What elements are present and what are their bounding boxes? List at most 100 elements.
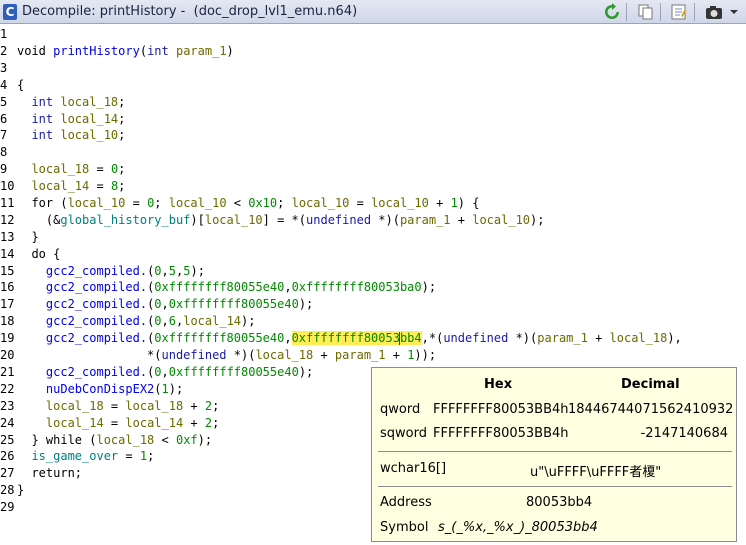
variable-name[interactable]: param_1	[335, 348, 386, 362]
code-text: ,	[161, 264, 169, 278]
code-line[interactable]: gcc2_compiled.(0,5,5);	[17, 264, 205, 278]
code-line[interactable]: local_18 = 0;	[17, 162, 125, 176]
line-number: 14	[0, 247, 15, 261]
variable-name[interactable]: local_18	[46, 399, 104, 413]
code-line[interactable]: local_18 = local_18 + 2;	[17, 399, 219, 413]
variable-name[interactable]: local_10	[205, 213, 263, 227]
variable-name[interactable]: local_10	[68, 196, 126, 210]
function-name[interactable]: printHistory	[53, 44, 140, 58]
code-line[interactable]: for (local_10 = 0; local_10 < 0x10; loca…	[17, 196, 479, 210]
function-name[interactable]: gcc2_compiled.	[46, 314, 147, 328]
code-text: );	[241, 314, 256, 328]
variable-name[interactable]: local_10	[169, 196, 227, 210]
variable-name[interactable]: param_1	[537, 331, 588, 345]
line-number: 28	[0, 483, 15, 497]
code-line[interactable]: gcc2_compiled.(0,6,local_14);	[17, 314, 256, 328]
code-text: );	[190, 264, 205, 278]
number-literal: 1	[139, 449, 148, 463]
code-line[interactable]: nuDebConDispEX2(1);	[17, 382, 183, 396]
menu-arrow-icon[interactable]	[726, 2, 742, 22]
variable-name[interactable]: local_14	[60, 112, 118, 126]
code-text: ),	[667, 331, 682, 345]
variable-name[interactable]: local_18	[610, 331, 668, 345]
code-text: );	[530, 213, 545, 227]
window-titlebar: C Decompile: printHistory - (doc_drop_lv…	[0, 0, 746, 24]
variable-name[interactable]: local_14	[46, 416, 104, 430]
variable-name[interactable]: local_18	[255, 348, 313, 362]
code-line[interactable]: gcc2_compiled.(0,0xffffffff80055e40);	[17, 297, 313, 311]
decompiler-icon: C	[3, 4, 17, 20]
variable-name[interactable]: local_18	[96, 433, 154, 447]
function-name[interactable]: gcc2_compiled.	[46, 365, 147, 379]
code-text: =	[89, 179, 111, 193]
code-text: ;	[154, 196, 169, 210]
variable-name[interactable]: local_14	[183, 314, 241, 328]
line-number: 22	[0, 382, 15, 396]
function-name[interactable]: gcc2_compiled.	[46, 297, 147, 311]
code-text: ,	[161, 297, 169, 311]
function-name[interactable]: gcc2_compiled.	[46, 264, 147, 278]
code-text: =	[349, 196, 372, 210]
line-number: 7	[0, 128, 8, 142]
global-symbol[interactable]: global_history_buf	[60, 213, 190, 227]
line-number: 17	[0, 297, 15, 311]
export-icon[interactable]	[669, 2, 689, 22]
code-line[interactable]: local_14 = 8;	[17, 179, 125, 193]
variable-name[interactable]: param_1	[176, 44, 227, 58]
variable-name[interactable]: local_18	[125, 399, 183, 413]
code-line[interactable]: int local_18;	[17, 95, 125, 109]
refresh-icon[interactable]	[602, 2, 622, 22]
code-text: return;	[17, 466, 83, 480]
code-line[interactable]: do {	[17, 247, 60, 261]
tooltip-symbol-label: Symbol	[380, 520, 429, 535]
code-text: ;	[118, 95, 126, 109]
code-line[interactable]: } while (local_18 < 0xf);	[17, 433, 212, 447]
code-line[interactable]: gcc2_compiled.(0xffffffff80055e40,0xffff…	[17, 331, 682, 345]
number-literal: 0xffffffff80055e40	[168, 365, 299, 379]
variable-name[interactable]: param_1	[400, 213, 451, 227]
function-name[interactable]: gcc2_compiled.	[46, 280, 147, 294]
value-tooltip: Hex Decimal qword FFFFFFFF80053BB4h 1844…	[371, 367, 737, 542]
code-text: +	[385, 348, 408, 362]
code-text: =	[103, 399, 126, 413]
variable-name[interactable]: local_10	[371, 196, 429, 210]
tooltip-symbol-value: s_(_%x,_%x_)_80053bb4	[438, 520, 598, 535]
code-line[interactable]: {	[17, 78, 24, 92]
function-name[interactable]: gcc2_compiled.	[46, 331, 147, 345]
variable-name[interactable]: local_10	[472, 213, 530, 227]
highlighted-address[interactable]: bb4	[399, 331, 422, 345]
code-line[interactable]: *(undefined *)(local_18 + param_1 + 1));	[17, 348, 436, 362]
highlighted-address[interactable]: 0xffffffff80053	[291, 331, 400, 345]
line-number: 15	[0, 264, 15, 278]
code-line[interactable]: gcc2_compiled.(0,0xffffffff80055e40);	[17, 365, 313, 379]
code-line[interactable]: int local_10;	[17, 128, 125, 142]
variable-name[interactable]: local_10	[60, 128, 118, 142]
variable-name[interactable]: local_14	[31, 179, 89, 193]
code-line[interactable]: void printHistory(int param_1)	[17, 44, 234, 58]
code-text: ,*(	[421, 331, 444, 345]
line-number: 25	[0, 433, 15, 447]
function-name[interactable]: nuDebConDispEX2	[46, 382, 154, 396]
code-line[interactable]: local_14 = local_14 + 2;	[17, 416, 219, 430]
code-line[interactable]: return;	[17, 466, 82, 480]
code-line[interactable]: (&global_history_buf)[local_10] = *(unde…	[17, 213, 545, 227]
copy-icon[interactable]	[636, 2, 656, 22]
tooltip-sqword-label: sqword	[380, 426, 427, 441]
code-line[interactable]: }	[17, 230, 38, 244]
code-line[interactable]: gcc2_compiled.(0xffffffff80055e40,0xffff…	[17, 280, 436, 294]
variable-name[interactable]: local_18	[60, 95, 118, 109]
tooltip-qword-label: qword	[380, 402, 421, 417]
code-line[interactable]: int local_14;	[17, 112, 125, 126]
variable-name[interactable]: local_18	[31, 162, 89, 176]
line-number: 1	[0, 27, 8, 41]
global-symbol[interactable]: is_game_over	[31, 449, 118, 463]
code-text: +	[428, 196, 451, 210]
code-line[interactable]: }	[17, 483, 24, 497]
snapshot-icon[interactable]	[704, 2, 724, 22]
code-text: (&	[17, 213, 61, 227]
code-text: =	[118, 449, 140, 463]
code-line[interactable]: is_game_over = 1;	[17, 449, 154, 463]
variable-name[interactable]: local_10	[292, 196, 350, 210]
variable-name[interactable]: local_14	[125, 416, 183, 430]
